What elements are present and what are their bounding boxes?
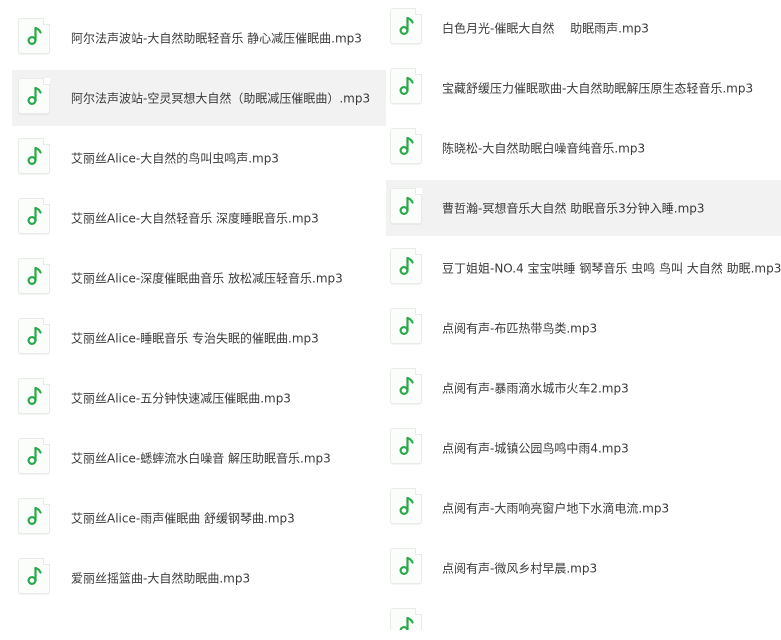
music-note-icon (390, 548, 422, 584)
file-item[interactable]: 艾丽丝Alice-深度催眠曲音乐 放松减压轻音乐.mp3 (12, 250, 386, 306)
file-item[interactable]: 艾丽丝Alice-蟋蟀流水白噪音 解压助眠音乐.mp3 (12, 430, 386, 486)
music-note-icon (18, 438, 50, 474)
file-list-left-column: 阿尔法声波站-大自然助眠轻音乐 静心减压催眠曲.mp3 阿尔法声波站-空灵冥想大自… (12, 10, 386, 610)
music-note-icon (18, 138, 50, 174)
music-note-icon (390, 368, 422, 404)
file-name: 阿尔法声波站-空灵冥想大自然（助眠减压催眠曲）.mp3 (71, 91, 371, 106)
file-name: 陈晓松-大自然助眠白噪音纯音乐.mp3 (442, 141, 646, 156)
file-name: 艾丽丝Alice-蟋蟀流水白噪音 解压助眠音乐.mp3 (71, 451, 331, 466)
file-item[interactable]: 艾丽丝Alice-大自然的鸟叫虫鸣声.mp3 (12, 130, 386, 186)
file-list-right-column: 白色月光-催眠大自然 助眠雨声.mp3 宝藏舒缓压力催眠歌曲-大自然助眠解压原生态… (386, 0, 781, 634)
music-note-icon (390, 608, 422, 630)
file-item[interactable]: 爱丽丝摇篮曲-大自然助眠曲.mp3 (12, 550, 386, 606)
file-item[interactable]: 曹哲瀚-冥想音乐大自然 助眠音乐3分钟入睡.mp3 (386, 180, 781, 236)
music-note-icon (18, 318, 50, 354)
file-item[interactable]: 点阅有声-城镇公园鸟鸣中雨4.mp3 (386, 420, 781, 476)
file-name: 曹哲瀚-冥想音乐大自然 助眠音乐3分钟入睡.mp3 (442, 201, 705, 216)
music-note-icon (18, 18, 50, 54)
file-item[interactable]: 艾丽丝Alice-大自然轻音乐 深度睡眠音乐.mp3 (12, 190, 386, 246)
file-name: 点阅有声-城镇公园鸟鸣中雨4.mp3 (442, 441, 629, 456)
music-note-icon (390, 188, 422, 224)
music-note-icon (18, 258, 50, 294)
file-item[interactable]: 艾丽丝Alice-睡眠音乐 专治失眠的催眠曲.mp3 (12, 310, 386, 366)
music-note-icon (390, 428, 422, 464)
music-note-icon (18, 198, 50, 234)
file-item[interactable]: 豆丁姐姐-NO.4 宝宝哄睡 钢琴音乐 虫鸣 鸟叫 大自然 助眠.mp3 (386, 240, 781, 296)
file-name: 宝藏舒缓压力催眠歌曲-大自然助眠解压原生态轻音乐.mp3 (442, 81, 754, 96)
file-name: 艾丽丝Alice-睡眠音乐 专治失眠的催眠曲.mp3 (71, 331, 319, 346)
music-note-icon (390, 488, 422, 524)
file-name: 艾丽丝Alice-大自然轻音乐 深度睡眠音乐.mp3 (71, 211, 319, 226)
music-note-icon (390, 128, 422, 164)
file-name: 艾丽丝Alice-深度催眠曲音乐 放松减压轻音乐.mp3 (71, 271, 343, 286)
file-name: 艾丽丝Alice-五分钟快速减压催眠曲.mp3 (71, 391, 291, 406)
file-name: 白色月光-催眠大自然 助眠雨声.mp3 (442, 21, 649, 36)
music-note-icon (18, 558, 50, 594)
music-note-icon (390, 248, 422, 284)
file-item[interactable]: 点阅有声-布匹热带鸟类.mp3 (386, 300, 781, 356)
file-name: 点阅有声-布匹热带鸟类.mp3 (442, 321, 598, 336)
file-name: 阿尔法声波站-大自然助眠轻音乐 静心减压催眠曲.mp3 (71, 31, 362, 46)
file-name: 艾丽丝Alice-雨声催眠曲 舒缓钢琴曲.mp3 (71, 511, 295, 526)
file-item[interactable]: 阿尔法声波站-空灵冥想大自然（助眠减压催眠曲）.mp3 (12, 70, 386, 126)
file-item[interactable]: 点阅有声-暴雨滴水城市火车2.mp3 (386, 360, 781, 416)
file-item[interactable]: 点阅有声-微风乡村早晨.mp3 (386, 540, 781, 596)
file-name: 点阅有声-大雨响亮窗户地下水滴电流.mp3 (442, 501, 670, 516)
file-name: 爱丽丝摇篮曲-大自然助眠曲.mp3 (71, 571, 251, 586)
file-item[interactable]: 白色月光-催眠大自然 助眠雨声.mp3 (386, 0, 781, 56)
file-name: 豆丁姐姐-NO.4 宝宝哄睡 钢琴音乐 虫鸣 鸟叫 大自然 助眠.mp3 (442, 261, 781, 276)
music-note-icon (18, 78, 50, 114)
file-item[interactable]: 点阅有声-大雨响亮窗户地下水滴电流.mp3 (386, 480, 781, 536)
file-item[interactable]: 艾丽丝Alice-雨声催眠曲 舒缓钢琴曲.mp3 (12, 490, 386, 546)
file-name: 点阅有声-微风乡村早晨.mp3 (442, 561, 598, 576)
file-item[interactable]: 艾丽丝Alice-五分钟快速减压催眠曲.mp3 (12, 370, 386, 426)
music-note-icon (18, 378, 50, 414)
file-name: 艾丽丝Alice-大自然的鸟叫虫鸣声.mp3 (71, 151, 279, 166)
file-item[interactable]: 陈晓松-大自然助眠白噪音纯音乐.mp3 (386, 120, 781, 176)
music-note-icon (18, 498, 50, 534)
file-item[interactable]: 阿尔法声波站-大自然助眠轻音乐 静心减压催眠曲.mp3 (12, 10, 386, 66)
file-name: 点阅有声-暴雨滴水城市火车2.mp3 (442, 381, 629, 396)
music-note-icon (390, 8, 422, 44)
music-note-icon (390, 68, 422, 104)
file-item-partial[interactable] (386, 600, 781, 630)
file-item[interactable]: 宝藏舒缓压力催眠歌曲-大自然助眠解压原生态轻音乐.mp3 (386, 60, 781, 116)
music-note-icon (390, 308, 422, 344)
